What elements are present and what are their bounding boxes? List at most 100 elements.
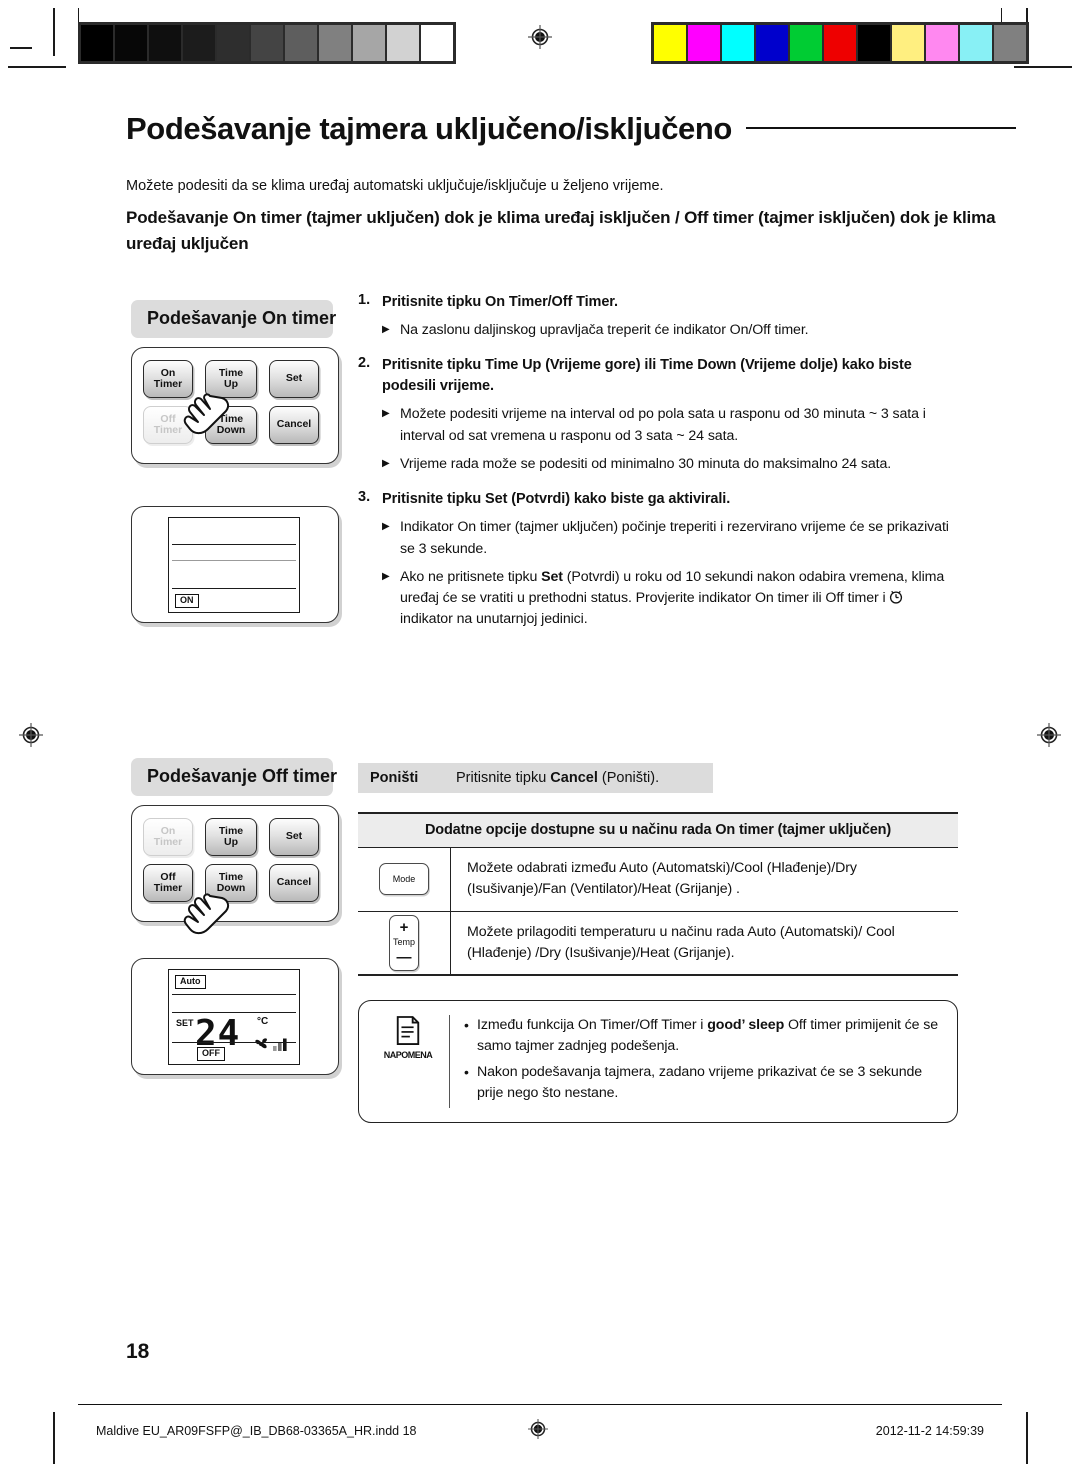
triangle-bullet-icon: ▶ xyxy=(382,521,390,533)
note-box: NAPOMENA • Između funkcija On Timer/Off … xyxy=(358,1000,958,1124)
crop-mark-br-v xyxy=(1026,1412,1028,1464)
calibration-swatch xyxy=(421,25,453,61)
calibration-swatch xyxy=(183,25,215,61)
footer-filename: Maldive EU_AR09FSFP@_IB_DB68-03365A_HR.i… xyxy=(96,1424,417,1438)
calibration-swatch xyxy=(994,25,1026,61)
step-2-text: Pritisnite tipku Time Up (Vrijeme gore) … xyxy=(382,357,912,395)
remote-button-grid: On Timer Time Up Set Off Timer Time Down Can… xyxy=(143,818,319,902)
button-set[interactable]: Set xyxy=(269,360,319,398)
step-3-text: Pritisnite tipku Set (Potvrdi) kako bist… xyxy=(382,491,731,508)
crop-mark-bl-v xyxy=(53,1412,55,1464)
step-3: 3. Pritisnite tipku Set (Potvrdi) kako b… xyxy=(358,489,958,510)
calibration-swatch xyxy=(688,25,720,61)
button-on-timer[interactable]: On Timer xyxy=(143,818,193,856)
step-3-bullet-2: ▶ Ako ne pritisnete tipku Set (Potvrdi) … xyxy=(382,567,958,631)
temp-minus-label: — xyxy=(396,949,412,967)
calibration-swatch xyxy=(115,25,147,61)
note-item-1-pre: Između funkcija On Timer/Off Timer i xyxy=(477,1017,708,1033)
options-row-mode-text: Možete odabrati između Auto (Automatski)… xyxy=(467,860,857,898)
step-2-bullet-1-text: Možete podesiti vrijeme na interval od p… xyxy=(400,406,926,444)
lcd-mode-tag-auto: Auto xyxy=(175,975,206,989)
page-number: 18 xyxy=(126,1340,150,1363)
note-body: • Između funkcija On Timer/Off Timer i g… xyxy=(450,1015,939,1108)
button-on-timer-line2: Timer xyxy=(153,836,183,848)
temp-plus-label: + xyxy=(399,919,409,937)
registration-target-top xyxy=(527,24,553,50)
lcd-divider-1 xyxy=(172,544,296,545)
temp-button-icon[interactable]: + Temp — xyxy=(389,914,419,971)
calibration-swatch xyxy=(149,25,181,61)
grayscale-calibration-bar xyxy=(78,22,456,64)
step-1-bullet-1-text: Na zaslonu daljinskog upravljača treperi… xyxy=(400,322,809,339)
calibration-swatch xyxy=(756,25,788,61)
instruction-list: 1. Pritisnite tipku On Timer/Off Timer. … xyxy=(358,292,958,631)
lcd-set-label: SET xyxy=(176,1018,194,1028)
button-time-down-line2: Down xyxy=(216,424,246,436)
step-1-bullet-1: ▶ Na zaslonu daljinskog upravljača trepe… xyxy=(382,320,958,341)
page-title: Podešavanje tajmera uključeno/isključeno xyxy=(126,111,732,146)
page-header: Podešavanje tajmera uključeno/isključeno xyxy=(126,111,1016,146)
triangle-bullet-icon: ▶ xyxy=(382,457,390,469)
step-2-bullet-2: ▶ Vrijeme rada može se podesiti od minim… xyxy=(382,454,958,475)
button-off-timer[interactable]: Off Timer xyxy=(143,864,193,902)
lcd-divider-2 xyxy=(172,560,296,561)
button-time-down[interactable]: Time Down xyxy=(205,406,257,444)
cancel-row-bold: Cancel xyxy=(550,770,598,786)
calibration-swatch xyxy=(790,25,822,61)
step-2-number: 2. xyxy=(358,355,371,372)
footer-rule xyxy=(78,1404,1002,1405)
off-timer-section-label: Podešavanje Off timer xyxy=(131,758,337,796)
remote-keypad-off-timer: On Timer Time Up Set Off Timer Time Down Can… xyxy=(131,805,339,935)
triangle-bullet-icon: ▶ xyxy=(382,570,390,582)
step-1-number: 1. xyxy=(358,292,371,308)
on-timer-section-label: Podešavanje On timer xyxy=(131,300,336,338)
button-time-down-line2: Down xyxy=(216,882,246,894)
note-item-2: • Nakon podešavanja tajmera, zadano vrij… xyxy=(464,1062,939,1105)
intro-paragraph: Možete podesiti da se klima uređaj autom… xyxy=(126,178,664,194)
button-time-up-line2: Up xyxy=(223,836,238,848)
lcd-screen: Auto SET 24 °C OFF xyxy=(168,969,300,1065)
button-time-up[interactable]: Time Up xyxy=(205,360,257,398)
button-time-down[interactable]: Time Down xyxy=(205,864,257,902)
crop-mark-tl-h xyxy=(8,66,66,68)
note-item-1-text: Između funkcija On Timer/Off Timer i goo… xyxy=(477,1015,939,1058)
step-3-b2-pre: Ako ne pritisnete tipku xyxy=(400,568,542,585)
options-row-mode-icon-cell: Mode xyxy=(358,848,451,911)
bullet-dot-icon: • xyxy=(464,1017,469,1033)
calibration-swatch xyxy=(353,25,385,61)
note-icon-column: NAPOMENA xyxy=(373,1015,450,1109)
button-off-timer-line2: Timer xyxy=(153,882,183,894)
step-3-bullet-1: ▶ Indikator On timer (tajmer uključen) p… xyxy=(382,517,958,560)
clock-icon xyxy=(890,591,903,604)
calibration-swatch xyxy=(960,25,992,61)
button-cancel[interactable]: Cancel xyxy=(269,406,319,444)
triangle-bullet-icon: ▶ xyxy=(382,408,390,420)
button-off-timer[interactable]: Off Timer xyxy=(143,406,193,444)
lcd-display-off-timer: Auto SET 24 °C OFF xyxy=(131,958,339,1075)
lcd-divider-3 xyxy=(172,588,296,589)
lcd-display-on-timer: ON xyxy=(131,506,339,623)
calibration-swatch xyxy=(319,25,351,61)
footer-timestamp: 2012-11-2 14:59:39 xyxy=(875,1424,984,1438)
calibration-swatch xyxy=(926,25,958,61)
triangle-bullet-icon: ▶ xyxy=(382,324,390,336)
step-2-bullet-1: ▶ Možete podesiti vrijeme na interval od… xyxy=(382,404,958,447)
calibration-swatch xyxy=(824,25,856,61)
lcd-screen: ON xyxy=(168,517,300,613)
temp-label: Temp xyxy=(392,937,415,948)
cancel-row-key: Poništi xyxy=(370,770,419,786)
calibration-swatch xyxy=(654,25,686,61)
button-time-up[interactable]: Time Up xyxy=(205,818,257,856)
lcd-divider-3 xyxy=(172,1042,296,1043)
button-cancel[interactable]: Cancel xyxy=(269,864,319,902)
button-set[interactable]: Set xyxy=(269,818,319,856)
crop-mark-tr-h xyxy=(1014,66,1072,68)
lcd-temperature-unit: °C xyxy=(257,1016,269,1027)
note-document-icon xyxy=(396,1016,420,1045)
mode-button-icon[interactable]: Mode xyxy=(379,863,429,896)
options-row-temp: + Temp — Možete prilagoditi temperaturu … xyxy=(358,910,958,975)
note-item-1-bold: good’ sleep xyxy=(707,1017,785,1033)
step-3-number: 3. xyxy=(358,489,371,506)
button-on-timer[interactable]: On Timer xyxy=(143,360,193,398)
